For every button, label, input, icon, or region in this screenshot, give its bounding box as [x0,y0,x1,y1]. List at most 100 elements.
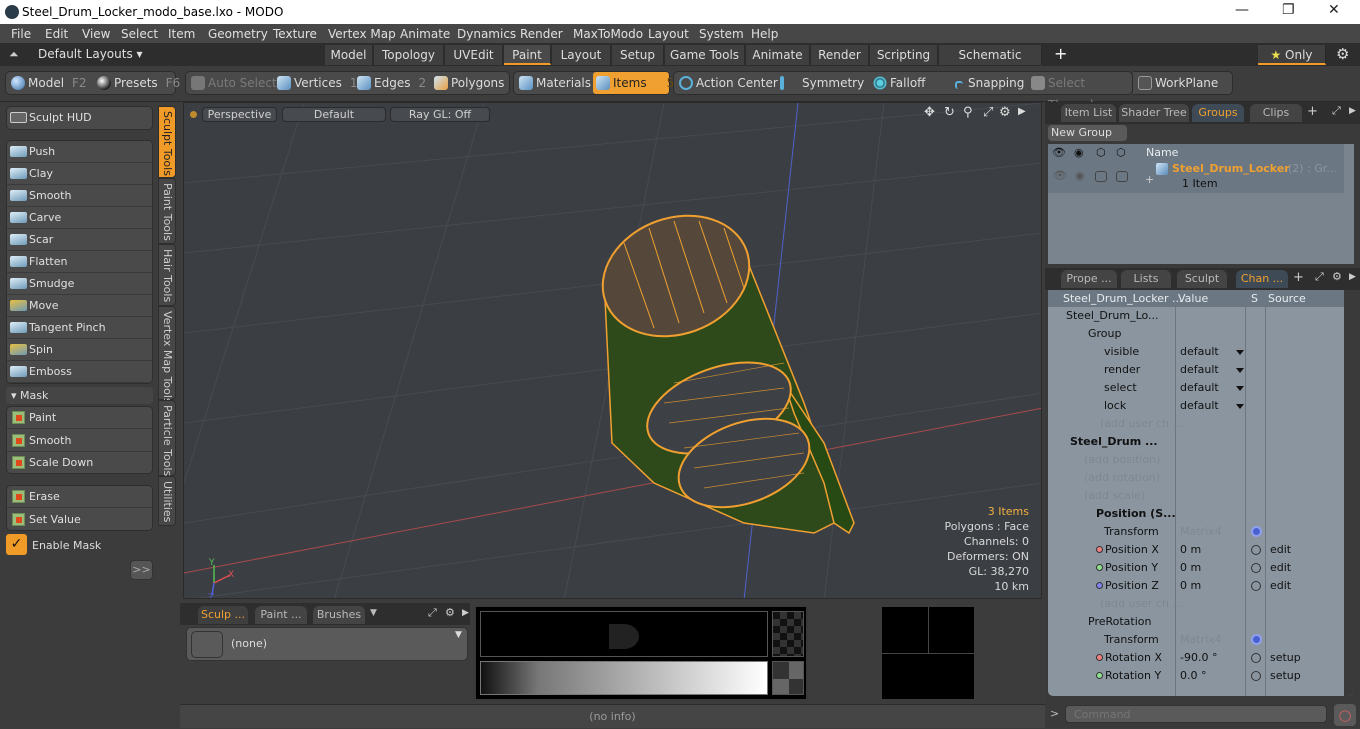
vtab-paint-tools[interactable]: Paint Tools [158,178,176,244]
tool-spin[interactable]: Spin [7,339,152,361]
add-tab-button[interactable]: + [1054,44,1067,63]
viewport-menu-arrow-icon[interactable]: ▶ [1018,106,1026,117]
tab-model[interactable]: Model [325,45,373,65]
menu-texture[interactable]: Texture [273,27,317,41]
channel-value[interactable]: 0 m [1180,559,1201,577]
snapping-button[interactable]: Snapping [948,72,1024,94]
channel-row[interactable]: visible default [1052,343,1344,361]
channel-row[interactable]: Rotation X -90.0 ° setup [1052,649,1344,667]
tool-emboss[interactable]: Emboss [7,361,152,383]
channel-row[interactable]: Steel_Drum ... [1052,433,1344,451]
menu-help[interactable]: Help [751,27,778,41]
channel-row[interactable]: (add user ch ... [1052,595,1344,613]
collapse-icon[interactable]: ⏶ [9,47,19,62]
model-button[interactable]: Model F2 [8,72,87,94]
menu-render[interactable]: Render [520,27,563,41]
mask-set-value[interactable]: Set Value [7,509,152,530]
channel-value[interactable]: default [1180,379,1219,397]
presets-button[interactable]: Presets F6 [94,72,180,94]
texture-swatch[interactable] [772,611,804,657]
group-render-toggle[interactable]: ◉ [1075,169,1085,182]
group-row[interactable]: 👁 ◉ + Steel_Drum_Locker (2) : Gr... 1 It… [1048,161,1344,193]
menu-dynamics[interactable]: Dynamics [457,27,516,41]
channels-gear-icon[interactable]: ⚙ [1332,270,1342,283]
expand-icon[interactable]: ⤢ [428,606,437,620]
tab-paint[interactable]: Paint [504,45,551,65]
gradient-ramp[interactable] [480,661,768,695]
menu-file[interactable]: File [11,27,31,41]
channel-row[interactable]: Position Y 0 m edit [1052,559,1344,577]
workplane-button[interactable]: WorkPlane [1135,72,1218,94]
channel-row[interactable]: Transform Matrix4 [1052,631,1344,649]
dropdown-arrow-icon[interactable] [1236,350,1244,355]
vtab-hair-tools[interactable]: Hair Tools [158,244,176,306]
minimize-button[interactable]: — [1235,2,1249,18]
tab-setup[interactable]: Setup [612,45,664,65]
enable-mask-checkbox[interactable]: ✓ [6,534,27,555]
menu-view[interactable]: View [82,27,110,41]
mask-paint[interactable]: Paint [7,407,152,429]
channels-scrollbar[interactable] [1344,290,1354,696]
tab-lists[interactable]: Lists [1121,270,1171,288]
group-lock-toggle[interactable] [1116,171,1128,182]
group-visibility-toggle[interactable]: 👁 [1053,169,1067,182]
channel-row[interactable]: (add rotation) [1052,469,1344,487]
add-tab-icon[interactable]: + [1293,270,1304,285]
mask-smooth[interactable]: Smooth [7,430,152,452]
maximize-button[interactable]: ❐ [1282,2,1295,18]
tool-smudge[interactable]: Smudge [7,273,152,295]
channel-value[interactable]: Matrix4 [1180,631,1222,649]
tool-carve[interactable]: Carve [7,207,152,229]
vtab-vertex-map-tools[interactable]: Vertex Map Tools [158,306,176,404]
tab-scripting[interactable]: Scripting [870,45,938,65]
tab-properties[interactable]: Prope ... [1061,270,1117,288]
tab-uvedit[interactable]: UVEdit [445,45,503,65]
expand-icon[interactable]: ⤢ [1332,104,1341,118]
panel-menu-arrow-icon[interactable]: ▶ [1349,106,1356,116]
tab-clips[interactable]: Clips [1250,104,1302,122]
close-button[interactable]: ✕ [1328,2,1340,18]
channel-value[interactable]: default [1180,343,1219,361]
channel-row[interactable]: render default [1052,361,1344,379]
vtab-particle-tools[interactable]: Particle Tools [158,400,176,476]
channel-value[interactable]: default [1180,397,1219,415]
edges-button[interactable]: Edges 2 [354,72,426,94]
tab-schematic-fusion[interactable]: Schematic Fusion [939,45,1042,82]
tool-smooth[interactable]: Smooth [7,185,152,207]
maximize-viewport-icon[interactable]: ⤢ [983,105,993,120]
menu-edit[interactable]: Edit [45,27,68,41]
layout-preset-dropdown[interactable]: Default Layouts ▾ [38,47,143,61]
transform-gear-icon[interactable] [1251,526,1262,537]
tab-topology[interactable]: Topology [374,45,444,65]
tool-tangent-pinch[interactable]: Tangent Pinch [7,317,152,339]
channel-row[interactable]: select default [1052,379,1344,397]
viewport-gear-icon[interactable]: ⚙ [999,105,1011,120]
channel-row[interactable]: (add scale) [1052,487,1344,505]
channel-row[interactable]: Rotation Y 0.0 ° setup [1052,667,1344,685]
panel-menu-arrow-icon[interactable]: ▶ [462,608,469,618]
symmetry-button[interactable]: Symmetry [774,72,864,94]
menu-geometry[interactable]: Geometry [208,27,268,41]
3d-viewport[interactable]: Y X Z Perspective Default Ray GL: Off ✥ … [183,102,1042,599]
add-tab-icon[interactable]: + [1307,104,1318,119]
gear-icon[interactable]: ⚙ [1336,45,1349,63]
channel-row[interactable]: lock default [1052,397,1344,415]
materials-button[interactable]: Materials [516,72,591,94]
shading-button[interactable]: Default [282,107,386,122]
channel-value[interactable]: 0 m [1180,541,1201,559]
rotate-icon[interactable]: ↻ [944,105,955,120]
channel-row[interactable]: Group [1052,325,1344,343]
vertices-button[interactable]: Vertices 1 [274,72,358,94]
command-input[interactable] [1065,705,1327,723]
polygons-button[interactable]: Polygons [431,72,504,94]
tab-game-tools[interactable]: Game Tools [665,45,745,65]
expand-icon[interactable]: ⤢ [1315,270,1324,284]
channel-value[interactable]: 0.0 ° [1180,667,1207,685]
channel-row[interactable]: (add user ch ... [1052,415,1344,433]
sculpt-hud[interactable]: Sculpt HUD [7,107,152,129]
tool-flatten[interactable]: Flatten [7,251,152,273]
expand-group-icon[interactable]: + [1145,173,1154,186]
menu-layout[interactable]: Layout [648,27,689,41]
viewport-options-dot[interactable] [190,111,197,118]
dropdown-arrow-icon[interactable] [1236,386,1244,391]
